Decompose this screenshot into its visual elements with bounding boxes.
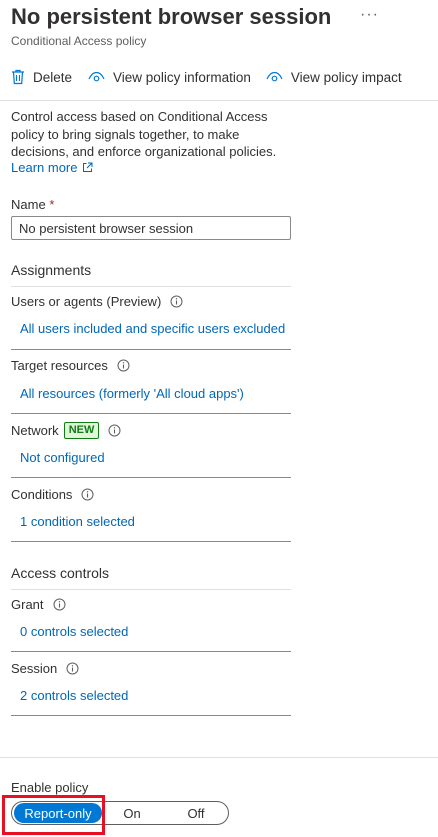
conditions-link[interactable]: 1 condition selected: [20, 514, 135, 529]
session-label: Session: [11, 661, 79, 676]
policy-description: Control access based on Conditional Acce…: [11, 109, 277, 159]
users-label-text: Users or agents (Preview): [11, 294, 162, 309]
grant-label: Grant: [11, 597, 66, 612]
conditions-label: Conditions: [11, 487, 94, 502]
info-icon[interactable]: [170, 295, 183, 308]
external-link-icon: [83, 162, 93, 172]
info-icon[interactable]: [81, 488, 94, 501]
network-link[interactable]: Not configured: [20, 450, 105, 465]
target-resources-divider: [11, 413, 291, 414]
session-divider: [11, 715, 291, 716]
grant-link[interactable]: 0 controls selected: [20, 624, 128, 639]
grant-label-text: Grant: [11, 597, 44, 612]
on-option[interactable]: On: [112, 803, 152, 823]
access-controls-divider: [11, 589, 291, 590]
toolbar-divider: [0, 100, 438, 101]
learn-more-label: Learn more: [11, 160, 78, 175]
network-label: Network NEW: [11, 422, 121, 439]
access-controls-heading: Access controls: [11, 565, 110, 581]
target-resources-label-text: Target resources: [11, 358, 108, 373]
users-divider: [11, 349, 291, 350]
eye-icon: [88, 71, 105, 82]
assignments-divider: [11, 286, 291, 287]
more-options-icon[interactable]: ···: [360, 6, 379, 24]
view-policy-information-button[interactable]: View policy information: [88, 70, 251, 85]
footer-divider: [0, 757, 438, 758]
info-icon[interactable]: [66, 662, 79, 675]
network-label-text: Network: [11, 423, 59, 438]
delete-label: Delete: [33, 69, 73, 85]
users-label: Users or agents (Preview): [11, 294, 183, 309]
page-subtitle: Conditional Access policy: [11, 34, 147, 48]
network-divider: [11, 477, 291, 478]
session-label-text: Session: [11, 661, 58, 676]
conditions-divider: [11, 541, 291, 542]
highlight-annotation: [2, 795, 105, 835]
info-icon[interactable]: [117, 359, 130, 372]
eye-icon: [266, 71, 283, 82]
enable-policy-label: Enable policy: [11, 780, 89, 795]
learn-more-link[interactable]: Learn more: [11, 160, 93, 175]
trash-icon: [12, 69, 24, 85]
off-option[interactable]: Off: [176, 803, 216, 823]
target-resources-label: Target resources: [11, 358, 130, 373]
grant-divider: [11, 651, 291, 652]
view-policy-information-label: View policy information: [113, 69, 251, 85]
info-icon[interactable]: [108, 424, 121, 437]
session-link[interactable]: 2 controls selected: [20, 688, 128, 703]
required-asterisk: *: [49, 197, 55, 212]
view-policy-impact-button[interactable]: View policy impact: [266, 70, 402, 85]
command-bar: Delete View policy information View poli…: [11, 66, 402, 88]
name-label: Name *: [11, 197, 54, 212]
page-title: No persistent browser session: [11, 4, 332, 29]
target-resources-link[interactable]: All resources (formerly 'All cloud apps'…: [20, 386, 244, 401]
name-input[interactable]: [11, 216, 291, 240]
name-label-text: Name: [11, 197, 46, 212]
assignments-heading: Assignments: [11, 262, 92, 278]
conditions-label-text: Conditions: [11, 487, 73, 502]
new-badge: NEW: [63, 422, 100, 439]
info-icon[interactable]: [53, 598, 66, 611]
users-selection-link[interactable]: All users included and specific users ex…: [20, 321, 285, 336]
delete-button[interactable]: Delete: [11, 69, 72, 85]
view-policy-impact-label: View policy impact: [290, 69, 402, 85]
